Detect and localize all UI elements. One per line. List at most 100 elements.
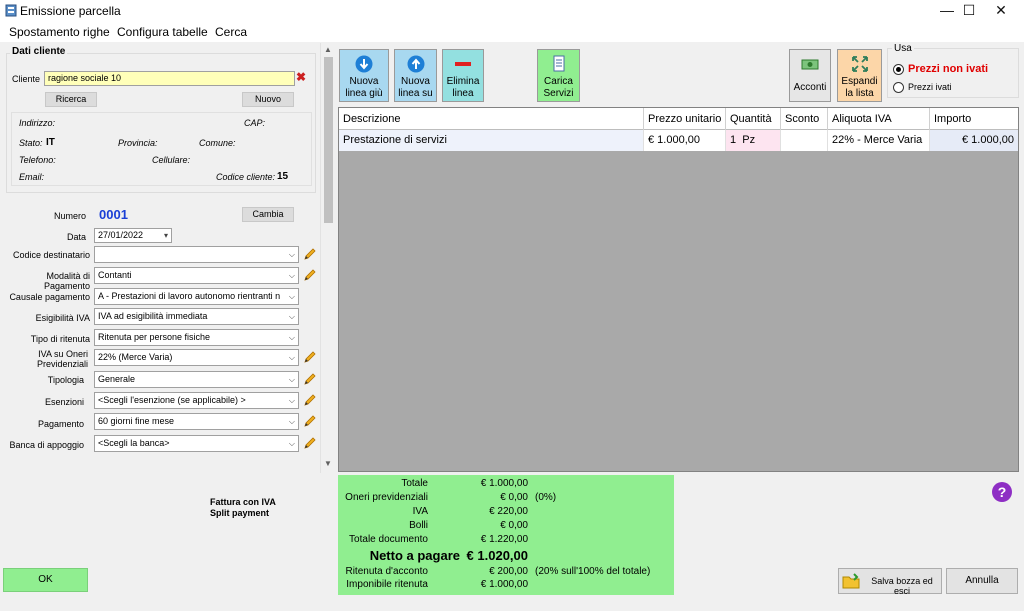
espandi-lista-button[interactable]: Espandi la lista: [837, 49, 882, 102]
causale-pagamento-select[interactable]: A - Prestazioni di lavoro autonomo rient…: [94, 288, 299, 305]
split-payment-label: Split payment: [210, 508, 270, 518]
menu-spostamento-righe[interactable]: Spostamento righe: [9, 25, 110, 39]
ricerca-button[interactable]: Ricerca: [45, 92, 97, 107]
scrollbar-thumb[interactable]: [324, 57, 333, 223]
elimina-linea-label1: Elimina: [446, 76, 480, 87]
header-sconto[interactable]: Sconto: [781, 108, 828, 130]
modalita-pagamento-select[interactable]: Contanti ⌵: [94, 267, 299, 284]
modalita-pagamento-value: Contanti: [98, 270, 132, 280]
codice-cliente-value: 15: [277, 171, 289, 182]
left-panel-scrollbar[interactable]: ▲ ▼: [320, 43, 335, 473]
totals-panel: Totale € 1.000,00 Oneri previdenziali € …: [338, 475, 674, 595]
pencil-edit-icon[interactable]: [303, 350, 317, 364]
menu-cerca[interactable]: Cerca: [215, 25, 247, 39]
cell-quantita[interactable]: 1 Pz: [726, 130, 781, 151]
header-quantita[interactable]: Quantità: [726, 108, 781, 130]
pagamento-select[interactable]: 60 giorni fine mese ⌵: [94, 413, 299, 430]
pencil-edit-icon[interactable]: [303, 436, 317, 450]
espandi-lista-label2: la lista: [845, 88, 874, 99]
cell-sconto[interactable]: [781, 130, 828, 151]
pencil-edit-icon[interactable]: [303, 414, 317, 428]
nuova-linea-su-label2: linea su: [398, 88, 433, 99]
header-prezzo-unitario[interactable]: Prezzo unitario: [644, 108, 726, 130]
cell-importo[interactable]: € 1.000,00: [930, 130, 1018, 151]
ritenuta-acconto-label: Ritenuta d'acconto: [345, 566, 428, 577]
cell-descrizione[interactable]: Prestazione di servizi: [339, 130, 644, 151]
menu-configura-tabelle[interactable]: Configura tabelle: [117, 25, 208, 39]
numero-label: Numero: [53, 211, 86, 221]
bolli-value: € 0,00: [500, 520, 528, 531]
window-title: Emissione parcella: [20, 4, 121, 18]
iva-oneri-label-line1: IVA su Oneri: [38, 349, 88, 359]
unita-value: Pz: [742, 134, 756, 146]
chevron-down-icon: ⌵: [288, 417, 295, 426]
tipologia-select[interactable]: Generale ⌵: [94, 371, 299, 388]
pencil-edit-icon[interactable]: [303, 247, 317, 261]
table-row[interactable]: Prestazione di servizi € 1.000,00 1 Pz 2…: [339, 130, 1018, 151]
codice-destinatario-select[interactable]: ⌵: [94, 246, 299, 263]
prezzi-ivati-label[interactable]: Prezzi ivati: [908, 82, 952, 92]
carica-servizi-button[interactable]: Carica Servizi: [537, 49, 580, 102]
app-icon: [5, 4, 17, 17]
pencil-edit-icon[interactable]: [303, 372, 317, 386]
tipologia-value: Generale: [98, 374, 136, 384]
calendar-dropdown-icon[interactable]: ▾: [164, 229, 168, 242]
prezzi-non-ivati-label[interactable]: Prezzi non ivati: [908, 63, 988, 75]
cliente-input[interactable]: ragione sociale 10: [44, 71, 295, 86]
tipo-ritenuta-select[interactable]: Ritenuta per persone fisiche ⌵: [94, 329, 299, 346]
oneri-label: Oneri previdenziali: [345, 492, 428, 503]
iva-oneri-label-line2: Previdenziali: [36, 359, 88, 369]
stato-value: IT: [46, 137, 55, 148]
elimina-linea-button[interactable]: Elimina linea: [442, 49, 484, 102]
tipo-ritenuta-value: Ritenuta per persone fisiche: [98, 332, 211, 342]
scroll-up-icon[interactable]: ▲: [324, 45, 332, 54]
netto-pagare-value: € 1.020,00: [466, 548, 528, 563]
prezzi-non-ivati-radio[interactable]: [893, 64, 904, 75]
iva-oneri-select[interactable]: 22% (Merce Varia) ⌵: [94, 349, 299, 366]
chevron-down-icon: ⌵: [288, 333, 295, 342]
numero-value: 0001: [99, 207, 128, 222]
help-icon[interactable]: ?: [992, 482, 1012, 502]
codice-destinatario-label: Codice destinatario: [12, 250, 90, 260]
header-descrizione[interactable]: Descrizione: [339, 108, 644, 130]
cliente-label: Cliente: [12, 74, 41, 84]
pencil-edit-icon[interactable]: [303, 393, 317, 407]
header-importo[interactable]: Importo: [930, 108, 1018, 130]
close-button[interactable]: ✕: [978, 0, 1024, 22]
nuova-linea-su-button[interactable]: Nuova linea su: [394, 49, 437, 102]
righe-grid[interactable]: Descrizione Prezzo unitario Quantità Sco…: [338, 107, 1019, 472]
clear-cliente-icon[interactable]: ✖: [296, 70, 306, 84]
bolli-label: Bolli: [409, 520, 428, 531]
salva-bozza-button[interactable]: Salva bozza ed esci: [838, 568, 942, 596]
espandi-lista-label1: Espandi: [841, 76, 878, 87]
cell-prezzo[interactable]: € 1.000,00: [644, 130, 726, 151]
prezzi-ivati-radio[interactable]: [893, 82, 904, 93]
chevron-down-icon: ⌵: [288, 353, 295, 362]
cambia-button[interactable]: Cambia: [242, 207, 294, 222]
folder-save-icon: [842, 573, 860, 589]
nuova-linea-giu-label1: Nuova: [349, 76, 379, 87]
banca-appoggio-value: <Scegli la banca>: [98, 438, 170, 448]
acconti-button[interactable]: Acconti: [789, 49, 831, 102]
expand-arrows-icon: [851, 56, 868, 72]
arrow-up-circle-icon: [407, 55, 424, 73]
ok-button[interactable]: OK: [3, 568, 88, 592]
annulla-button[interactable]: Annulla: [946, 568, 1018, 594]
ritenuta-note: (20% sull'100% del totale): [535, 566, 651, 577]
nuova-linea-giu-button[interactable]: Nuova linea giù: [339, 49, 389, 102]
scroll-down-icon[interactable]: ▼: [324, 459, 332, 468]
esigibilita-iva-select[interactable]: IVA ad esigibilità immediata ⌵: [94, 308, 299, 325]
tipologia-label: Tipologia: [47, 375, 84, 385]
header-aliquota-iva[interactable]: Aliquota IVA: [828, 108, 930, 130]
nuovo-button[interactable]: Nuovo: [242, 92, 294, 107]
banca-appoggio-select[interactable]: <Scegli la banca> ⌵: [94, 435, 299, 452]
totale-documento-label: Totale documento: [349, 534, 428, 545]
pencil-edit-icon[interactable]: [303, 268, 317, 282]
cell-aliquota[interactable]: 22% - Merce Varia: [828, 130, 930, 151]
esenzioni-label: Esenzioni: [44, 397, 84, 407]
quantita-value: 1: [730, 134, 737, 146]
data-picker[interactable]: 27/01/2022 ▾: [94, 228, 172, 243]
totale-documento-value: € 1.220,00: [480, 534, 528, 545]
causale-pagamento-label: Causale pagamento: [9, 292, 90, 302]
esenzioni-select[interactable]: <Scegli l'esenzione (se applicabile) > ⌵: [94, 392, 299, 409]
